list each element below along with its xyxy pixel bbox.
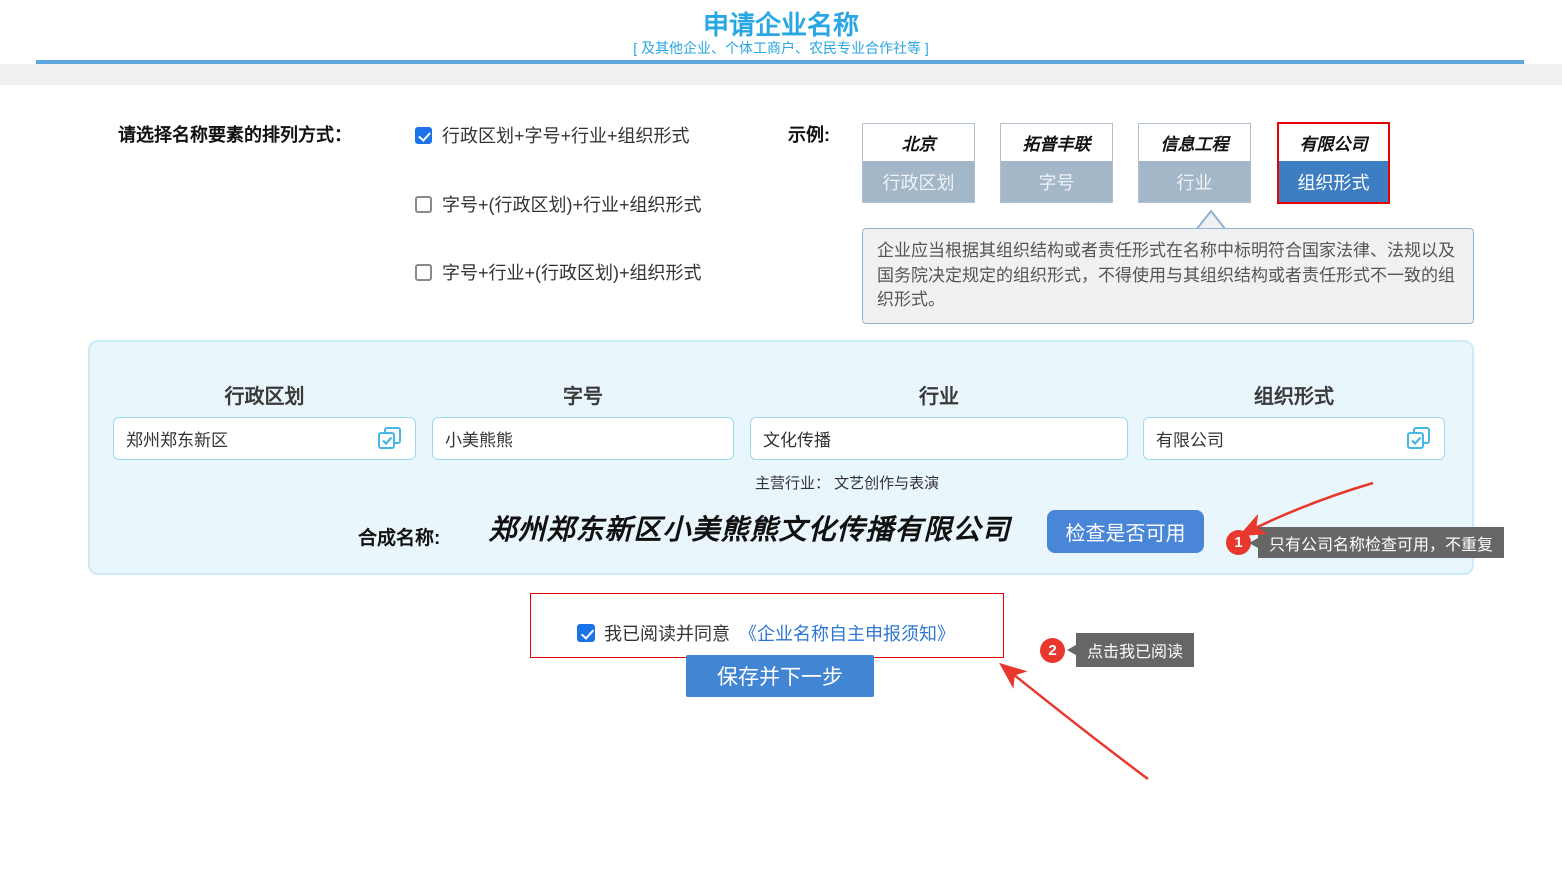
field-header-industry: 行业 <box>750 380 1128 409</box>
arrangement-label: 请选择名称要素的排列方式： <box>118 121 352 147</box>
field-header-region: 行政区划 <box>113 380 416 409</box>
arrangement-option-label: 字号+(行政区划)+行业+组织形式 <box>442 191 702 217</box>
composed-name-text: 郑州郑东新区小美熊熊文化传播有限公司 <box>462 508 1037 548</box>
agreement-text: 我已阅读并同意 <box>604 620 730 646</box>
checkbox-unchecked-icon[interactable] <box>415 264 432 281</box>
field-header-orgform: 组织形式 <box>1143 380 1445 409</box>
arrangement-option-2[interactable]: 字号+(行政区划)+行业+组织形式 <box>415 191 702 217</box>
checkbox-unchecked-icon[interactable] <box>415 196 432 213</box>
example-box-orgform-highlighted: 有限公司 组织形式 <box>1277 122 1390 204</box>
composed-name-label: 合成名称: <box>358 523 440 550</box>
example-category-label: 行政区划 <box>863 161 974 202</box>
example-sample-text: 有限公司 <box>1279 124 1388 161</box>
application-page: 申请企业名称 [ 及其他企业、个体工商户、农民专业合作社等 ] 请选择名称要素的… <box>0 0 1562 872</box>
picker-icon[interactable] <box>1404 426 1432 452</box>
example-category-label: 行业 <box>1139 161 1250 202</box>
step2-tooltip: 点击我已阅读 <box>1076 633 1194 667</box>
header-gray-bar <box>0 64 1562 85</box>
check-availability-button[interactable]: 检查是否可用 <box>1047 510 1204 553</box>
step1-badge: 1 <box>1226 530 1251 555</box>
region-value: 郑州郑东新区 <box>126 426 375 451</box>
main-industry-hint: 主营行业： 文艺创作与表演 <box>755 472 939 493</box>
example-box-tradename: 拓普丰联 字号 <box>1000 123 1113 203</box>
arrangement-option-1[interactable]: 行政区划+字号+行业+组织形式 <box>415 122 690 148</box>
example-label: 示例: <box>788 121 830 147</box>
declaration-notice-link[interactable]: 《企业名称自主申报须知》 <box>739 620 955 646</box>
tradename-value: 小美熊熊 <box>445 426 721 451</box>
save-next-button[interactable]: 保存并下一步 <box>686 655 874 697</box>
industry-input[interactable]: 文化传播 <box>750 417 1128 460</box>
example-sample-text: 信息工程 <box>1139 124 1250 161</box>
arrangement-option-label: 行政区划+字号+行业+组织形式 <box>442 122 690 148</box>
example-sample-text: 拓普丰联 <box>1001 124 1112 161</box>
arrangement-option-3[interactable]: 字号+行业+(行政区划)+组织形式 <box>415 259 702 285</box>
orgform-note: 企业应当根据其组织结构或者责任形式在名称中标明符合国家法律、法规以及国务院决定规… <box>862 228 1474 324</box>
agreement-row[interactable]: 我已阅读并同意 《企业名称自主申报须知》 <box>577 620 955 646</box>
field-header-tradename: 字号 <box>432 380 734 409</box>
industry-value: 文化传播 <box>763 426 1115 451</box>
agreement-checkbox-icon[interactable] <box>577 624 595 642</box>
orgform-input[interactable]: 有限公司 <box>1143 417 1445 460</box>
example-category-label: 组织形式 <box>1279 161 1388 202</box>
tradename-input[interactable]: 小美熊熊 <box>432 417 734 460</box>
picker-icon[interactable] <box>375 426 403 452</box>
step1-tooltip: 只有公司名称检查可用，不重复 <box>1258 527 1504 558</box>
region-input[interactable]: 郑州郑东新区 <box>113 417 416 460</box>
example-box-industry: 信息工程 行业 <box>1138 123 1251 203</box>
page-subtitle: [ 及其他企业、个体工商户、农民专业合作社等 ] <box>0 38 1562 58</box>
arrow-to-agreement <box>1003 666 1148 779</box>
step2-badge: 2 <box>1040 638 1065 663</box>
example-sample-text: 北京 <box>863 124 974 161</box>
example-box-region: 北京 行政区划 <box>862 123 975 203</box>
orgform-value: 有限公司 <box>1156 426 1404 451</box>
arrangement-option-label: 字号+行业+(行政区划)+组织形式 <box>442 259 702 285</box>
example-category-label: 字号 <box>1001 161 1112 202</box>
checkbox-checked-icon[interactable] <box>415 127 432 144</box>
page-title: 申请企业名称 <box>0 5 1562 42</box>
